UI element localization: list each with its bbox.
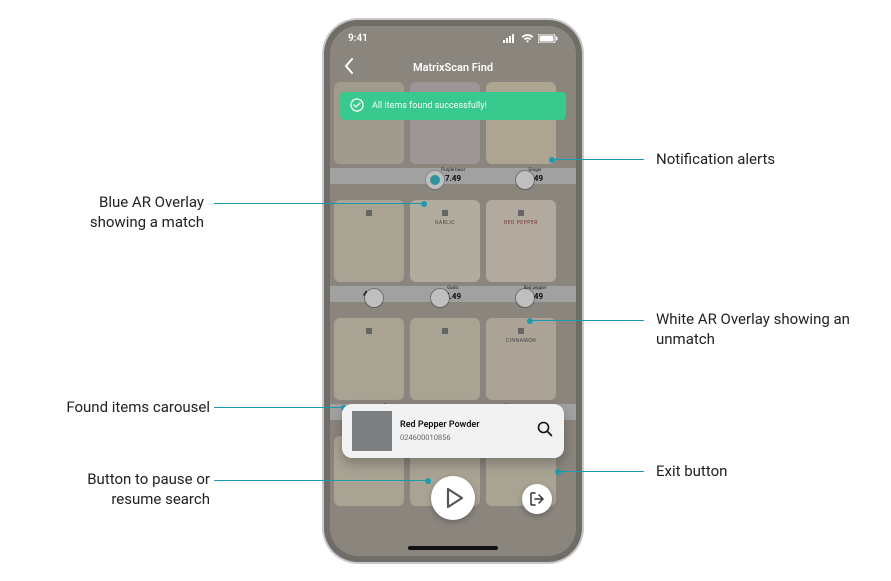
back-button[interactable] bbox=[344, 58, 354, 77]
callout-match: Blue AR Overlay showing a match bbox=[64, 193, 204, 232]
shelf-row: GARLIC RED PEPPER bbox=[330, 200, 576, 282]
leader-line bbox=[214, 480, 428, 481]
callout-notification: Notification alerts bbox=[656, 150, 775, 170]
leader-line bbox=[530, 320, 644, 321]
shelf-row: CINNAMON bbox=[330, 318, 576, 400]
item-thumbnail bbox=[352, 411, 392, 451]
search-icon[interactable] bbox=[536, 420, 554, 442]
nav-header: MatrixScan Find bbox=[330, 52, 576, 82]
battery-icon bbox=[538, 34, 558, 43]
leader-line bbox=[558, 471, 644, 472]
ar-overlay-unmatch[interactable] bbox=[516, 289, 534, 307]
check-circle-icon bbox=[350, 98, 364, 115]
found-items-carousel[interactable]: Red Pepper Powder 024600010856 bbox=[342, 404, 564, 458]
shelf-bar: Purple basil7.49 Ginger8.49 bbox=[330, 168, 576, 184]
callout-play: Button to pause or resume search bbox=[50, 470, 210, 509]
callout-carousel: Found items carousel bbox=[40, 398, 210, 418]
play-pause-button[interactable] bbox=[431, 476, 475, 520]
leader-line bbox=[214, 203, 424, 204]
item-code: 024600010856 bbox=[400, 433, 528, 442]
leader-line bbox=[552, 159, 644, 160]
callout-unmatch: White AR Overlay showing an unmatch bbox=[656, 310, 856, 349]
exit-button[interactable] bbox=[522, 484, 552, 514]
screen-title: MatrixScan Find bbox=[413, 61, 493, 74]
ar-overlay-unmatch[interactable] bbox=[365, 289, 383, 307]
ar-overlay-unmatch[interactable] bbox=[516, 171, 534, 189]
status-icons bbox=[503, 34, 558, 43]
callout-exit: Exit button bbox=[656, 462, 727, 482]
ar-overlay-match[interactable] bbox=[426, 171, 444, 189]
signal-icon bbox=[503, 34, 517, 43]
notification-text: All items found successfully! bbox=[372, 101, 487, 111]
leader-line bbox=[214, 407, 344, 408]
notification-banner: All items found successfully! bbox=[340, 92, 566, 120]
item-title: Red Pepper Powder bbox=[400, 420, 528, 430]
wifi-icon bbox=[521, 34, 534, 43]
status-bar: 9:41 bbox=[330, 26, 576, 50]
phone-screen: 9:41 MatrixScan Find bbox=[330, 26, 576, 556]
status-time: 9:41 bbox=[348, 33, 368, 44]
home-indicator bbox=[408, 546, 498, 550]
ar-overlay-unmatch[interactable] bbox=[431, 289, 449, 307]
